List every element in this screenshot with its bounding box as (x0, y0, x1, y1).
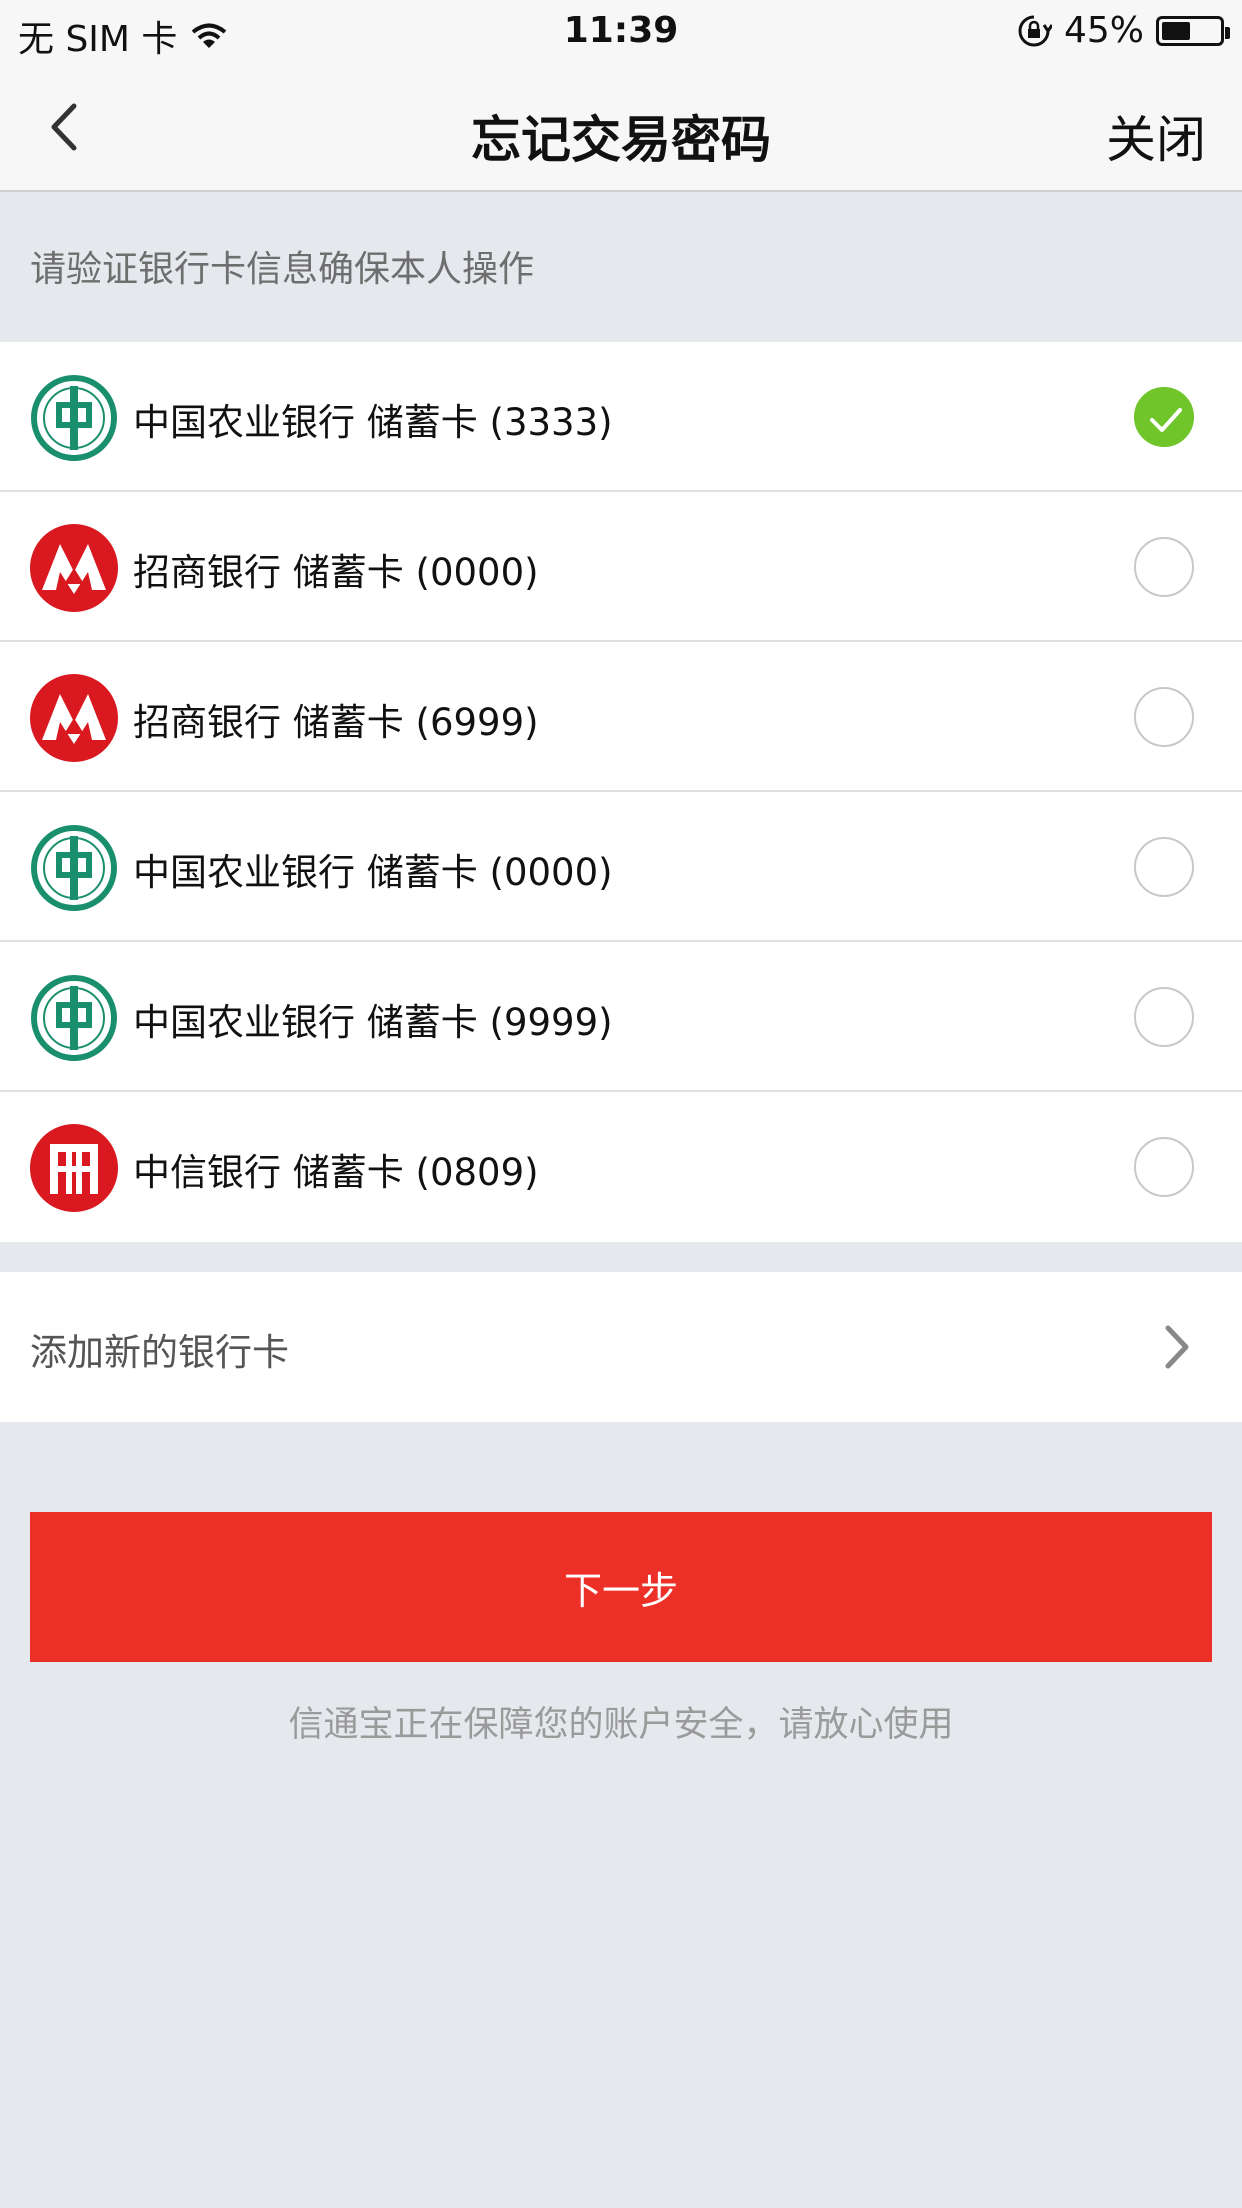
bank-card-label: 中国农业银行 储蓄卡 (9999) (133, 1001, 613, 1044)
next-step-button[interactable]: 下一步 (30, 1512, 1212, 1662)
page-title: 忘记交易密码 (471, 111, 771, 169)
security-note: 信通宝正在保障您的账户安全，请放心使用 (288, 1705, 954, 1745)
bank-card-row[interactable]: 招商银行 储蓄卡 (6999) (0, 642, 1242, 792)
cmb-bank-logo-icon (28, 522, 120, 614)
abc-bank-logo-icon (28, 822, 120, 914)
cmb-bank-logo-icon (28, 672, 120, 764)
abc-bank-logo-icon (28, 372, 120, 464)
abc-bank-logo-icon (28, 972, 120, 1064)
bank-card-row[interactable]: 中信银行 储蓄卡 (0809) (0, 1092, 1242, 1242)
battery-percent: 45% (1063, 10, 1144, 51)
citic-bank-logo-icon (28, 1122, 120, 1214)
nav-bar: 忘记交易密码 关闭 (0, 62, 1242, 192)
bank-card-label: 中国农业银行 储蓄卡 (3333) (133, 401, 613, 444)
bank-card-list: 中国农业银行 储蓄卡 (3333) 招商银行 储蓄卡 (0000) 招商银行 储… (0, 342, 1242, 1242)
chevron-right-icon (1165, 1325, 1189, 1369)
bank-card-label: 中国农业银行 储蓄卡 (0000) (133, 851, 613, 894)
orientation-lock-icon (1018, 15, 1052, 46)
add-bank-card-label: 添加新的银行卡 (30, 1331, 289, 1374)
status-bar: 无 SIM 卡 11:39 45% (0, 0, 1242, 62)
bank-card-row[interactable]: 中国农业银行 储蓄卡 (3333) (0, 342, 1242, 492)
selected-check-icon[interactable] (1134, 387, 1194, 447)
bank-card-label: 招商银行 储蓄卡 (0000) (133, 551, 539, 594)
radio-button[interactable] (1134, 987, 1194, 1047)
bank-card-label: 中信银行 储蓄卡 (0809) (133, 1151, 539, 1194)
bank-card-label: 招商银行 储蓄卡 (6999) (133, 701, 539, 744)
verify-hint: 请验证银行卡信息确保本人操作 (30, 249, 535, 290)
radio-button[interactable] (1134, 687, 1194, 747)
status-right: 45% (1016, 10, 1230, 51)
close-button[interactable]: 关闭 (1106, 100, 1206, 172)
radio-button[interactable] (1134, 1137, 1194, 1197)
add-bank-card-row[interactable]: 添加新的银行卡 (0, 1272, 1242, 1422)
radio-button[interactable] (1134, 837, 1194, 897)
radio-button[interactable] (1134, 537, 1194, 597)
bank-card-row[interactable]: 中国农业银行 储蓄卡 (0000) (0, 792, 1242, 942)
battery-icon (1156, 15, 1230, 46)
bank-card-row[interactable]: 中国农业银行 储蓄卡 (9999) (0, 942, 1242, 1092)
bank-card-row[interactable]: 招商银行 储蓄卡 (0000) (0, 492, 1242, 642)
battery-level (1162, 21, 1190, 40)
